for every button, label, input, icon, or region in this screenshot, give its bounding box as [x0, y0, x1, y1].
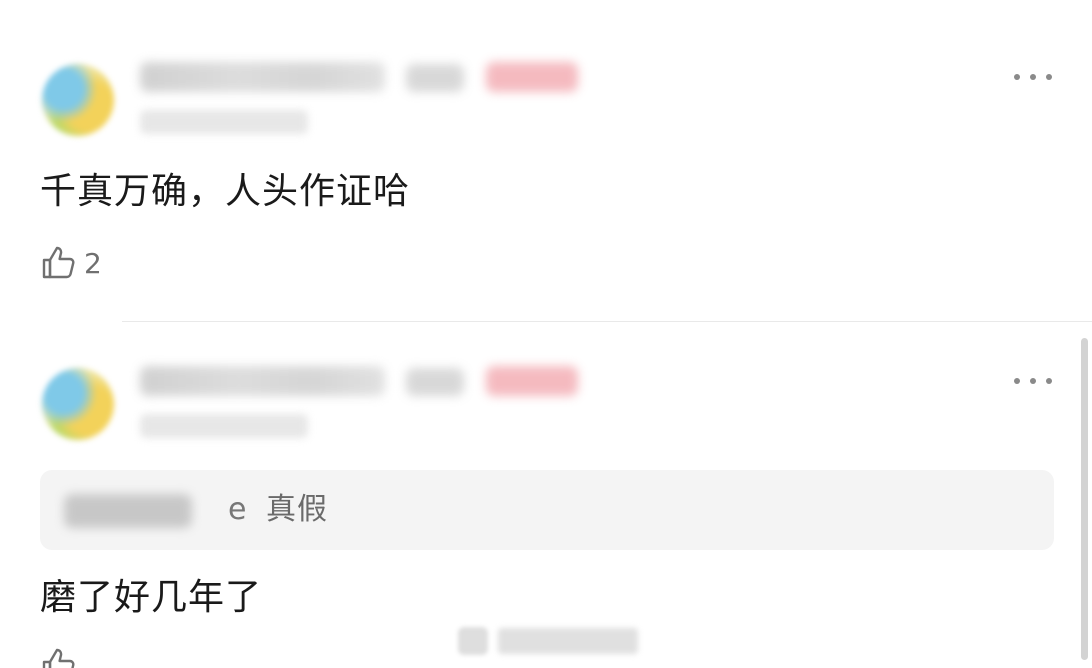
- quoted-comment[interactable]: e 真假: [40, 470, 1054, 550]
- user-badge-redacted: [486, 62, 578, 92]
- user-level-redacted: [406, 64, 464, 92]
- quoted-username-redacted: [64, 494, 192, 528]
- more-horizontal-icon: [1014, 378, 1020, 384]
- comment-meta-redacted: [140, 414, 308, 438]
- thumbs-up-icon: [40, 243, 78, 285]
- thumbs-up-icon: [40, 645, 78, 668]
- watermark-redacted: [458, 626, 640, 656]
- like-count: 2: [84, 247, 102, 280]
- username-redacted[interactable]: [140, 366, 385, 396]
- quoted-text: 真假: [266, 492, 328, 527]
- avatar[interactable]: [42, 368, 114, 440]
- like-button[interactable]: [40, 646, 78, 668]
- comment-item: e 真假 磨了好几年了: [0, 322, 1092, 668]
- scrollbar[interactable]: [1081, 338, 1088, 660]
- comment-text: 磨了好几年了: [40, 577, 263, 618]
- comment-meta-redacted: [140, 110, 308, 134]
- more-options-button[interactable]: [1014, 371, 1052, 391]
- watermark-text-redacted: [498, 628, 638, 654]
- comment-thread: 千真万确，人头作证哈 2 e 真假 磨了好几年了: [0, 0, 1092, 668]
- watermark-logo: [458, 627, 488, 655]
- avatar[interactable]: [42, 64, 114, 136]
- user-badge-redacted: [486, 366, 578, 396]
- user-level-redacted: [406, 368, 464, 396]
- quoted-username-tail: e: [228, 492, 247, 527]
- comment-text: 千真万确，人头作证哈: [40, 171, 411, 212]
- username-redacted[interactable]: [140, 62, 385, 92]
- more-horizontal-icon: [1014, 74, 1020, 80]
- like-button[interactable]: 2: [40, 244, 102, 284]
- comment-item: 千真万确，人头作证哈 2: [0, 0, 1092, 322]
- more-options-button[interactable]: [1014, 67, 1052, 87]
